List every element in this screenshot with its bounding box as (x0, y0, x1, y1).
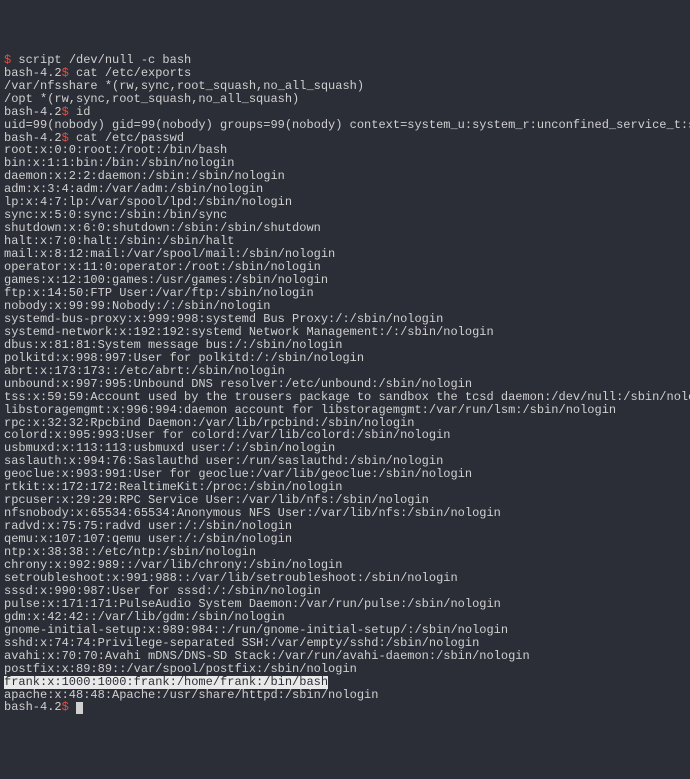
output-line: polkitd:x:998:997:User for polkitd:/:/sb… (4, 352, 686, 365)
prompt-dollar: $ (62, 66, 69, 80)
terminal-line: bash-4.2$ id (4, 106, 686, 119)
command-text: cat /etc/passwd (76, 131, 184, 145)
prompt-prefix: bash-4.2 (4, 131, 62, 145)
output-line: avahi:x:70:70:Avahi mDNS/DNS-SD Stack:/v… (4, 650, 686, 663)
output-line: tss:x:59:59:Account used by the trousers… (4, 391, 686, 404)
output-line: dbus:x:81:81:System message bus:/:/sbin/… (4, 339, 686, 352)
highlighted-line: frank:x:1000:1000:frank:/home/frank:/bin… (4, 676, 328, 689)
output-line: /opt *(rw,sync,root_squash,no_all_squash… (4, 93, 686, 106)
prompt-prefix: bash-4.2 (4, 700, 62, 714)
output-line: libstoragemgmt:x:996:994:daemon account … (4, 404, 686, 417)
output-line: gnome-initial-setup:x:989:984::/run/gnom… (4, 624, 686, 637)
output-line: ftp:x:14:50:FTP User:/var/ftp:/sbin/nolo… (4, 287, 686, 300)
cursor (76, 702, 83, 714)
output-line: systemd-network:x:192:192:systemd Networ… (4, 326, 686, 339)
prompt-dollar: $ (62, 105, 69, 119)
prompt-dollar: $ (62, 131, 69, 145)
output-line: setroubleshoot:x:991:988::/var/lib/setro… (4, 572, 686, 585)
terminal-line: bash-4.2$ (4, 701, 686, 714)
prompt-prefix: bash-4.2 (4, 66, 62, 80)
terminal-line: bash-4.2$ cat /etc/exports (4, 67, 686, 80)
output-line: apache:x:48:48:Apache:/usr/share/httpd:/… (4, 689, 686, 702)
command-text: script /dev/null -c bash (18, 53, 191, 67)
output-line: nobody:x:99:99:Nobody:/:/sbin/nologin (4, 300, 686, 313)
output-line: sshd:x:74:74:Privilege-separated SSH:/va… (4, 637, 686, 650)
output-line: pulse:x:171:171:PulseAudio System Daemon… (4, 598, 686, 611)
output-line: chrony:x:992:989::/var/lib/chrony:/sbin/… (4, 559, 686, 572)
output-line: unbound:x:997:995:Unbound DNS resolver:/… (4, 378, 686, 391)
prompt-prefix: bash-4.2 (4, 105, 62, 119)
output-line: abrt:x:173:173::/etc/abrt:/sbin/nologin (4, 365, 686, 378)
prompt-dollar: $ (62, 700, 69, 714)
terminal-line: frank:x:1000:1000:frank:/home/frank:/bin… (4, 676, 686, 689)
output-line: /var/nfsshare *(rw,sync,root_squash,no_a… (4, 80, 686, 93)
output-line: systemd-bus-proxy:x:999:998:systemd Bus … (4, 313, 686, 326)
output-line: gdm:x:42:42::/var/lib/gdm:/sbin/nologin (4, 611, 686, 624)
terminal-output[interactable]: $ script /dev/null -c bashbash-4.2$ cat … (4, 54, 686, 715)
command-text: cat /etc/exports (76, 66, 191, 80)
output-line: sssd:x:990:987:User for sssd:/:/sbin/nol… (4, 585, 686, 598)
command-text: id (76, 105, 90, 119)
